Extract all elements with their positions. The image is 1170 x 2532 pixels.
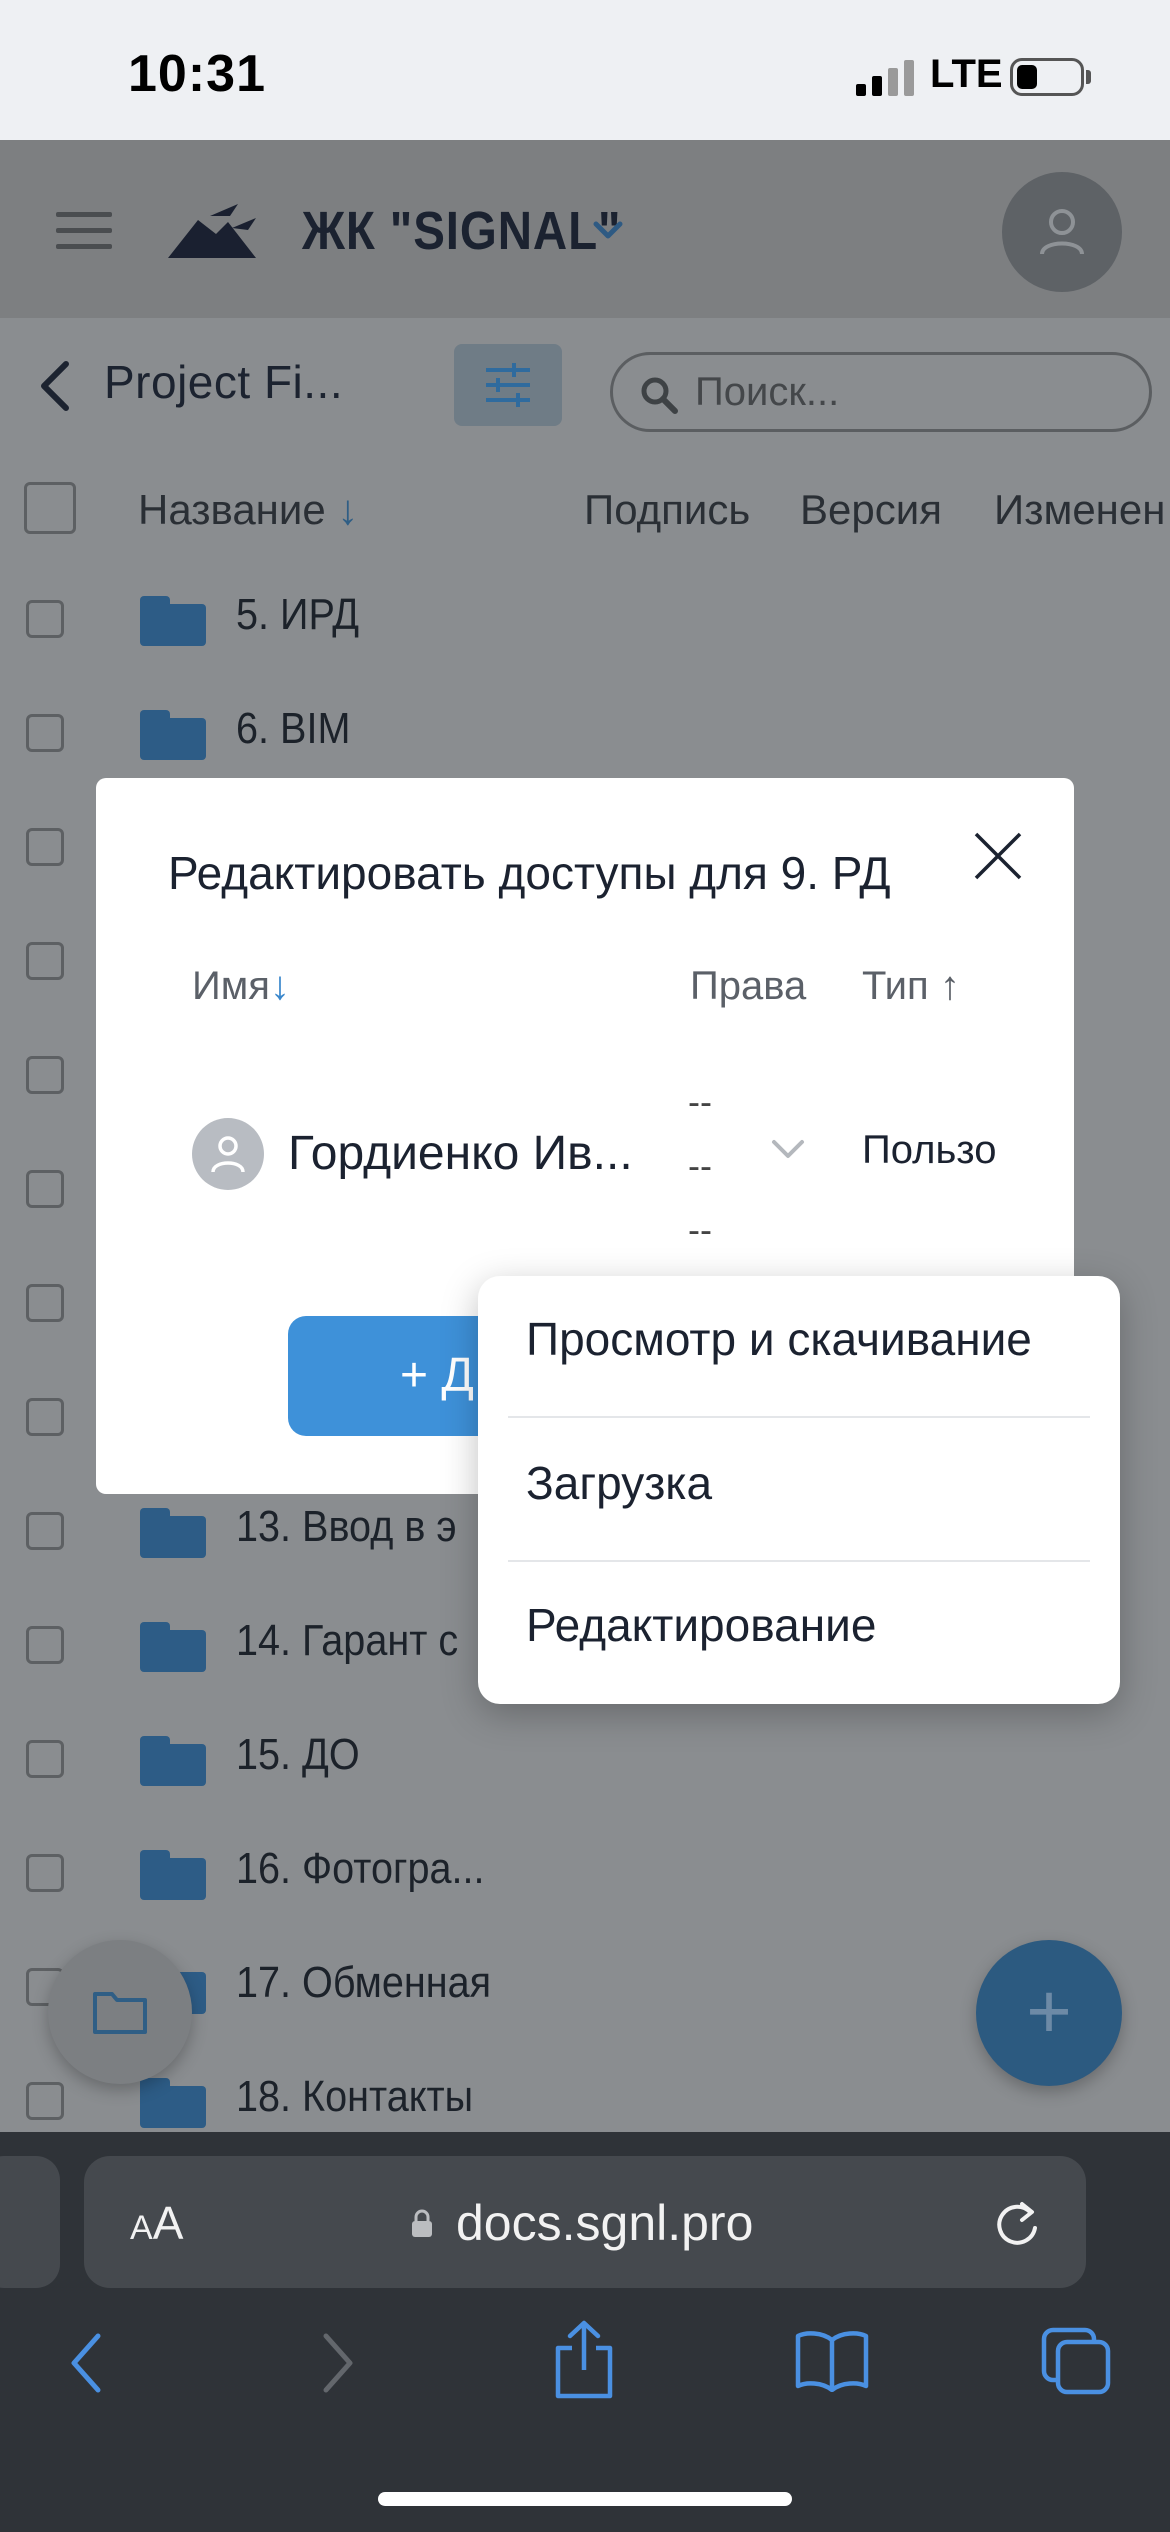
folder-icon xyxy=(140,2078,206,2128)
modal-column-type-label: Тип xyxy=(862,964,929,1008)
user-icon xyxy=(1040,209,1084,255)
avatar xyxy=(192,1118,264,1190)
rights-line: -- xyxy=(688,1209,712,1250)
folder-outline-icon xyxy=(93,1992,147,2034)
row-checkbox[interactable] xyxy=(26,1284,64,1322)
rights-line: -- xyxy=(688,1081,712,1122)
column-header-version[interactable]: Версия xyxy=(800,486,942,534)
row-checkbox[interactable] xyxy=(26,1398,64,1436)
filter-icon xyxy=(486,363,530,407)
chevron-down-icon[interactable] xyxy=(590,212,626,248)
menu-item-upload[interactable]: Загрузка xyxy=(526,1456,712,1510)
table-row[interactable]: 15. ДО xyxy=(236,1730,360,1780)
share-icon[interactable] xyxy=(552,2320,616,2400)
add-access-label: + Д xyxy=(400,1349,474,1402)
row-checkbox[interactable] xyxy=(26,1512,64,1550)
user-icon xyxy=(211,1136,245,1173)
bookmarks-icon[interactable] xyxy=(794,2328,870,2392)
tabs-icon[interactable] xyxy=(1040,2326,1112,2396)
folder-icon xyxy=(140,710,206,760)
modal-column-name[interactable]: Имя↓ xyxy=(192,964,290,1009)
plus-icon: + xyxy=(1026,1967,1072,2055)
column-header-name[interactable]: Название ↓ xyxy=(138,486,358,534)
battery-icon xyxy=(1010,58,1084,96)
search-input[interactable] xyxy=(693,363,1113,421)
table-row[interactable]: 5. ИРД xyxy=(236,590,359,640)
search-box[interactable] xyxy=(610,352,1152,432)
modal-title: Редактировать доступы для 9. РД xyxy=(168,847,891,899)
url-text[interactable]: docs.sgnl.pro xyxy=(456,2194,753,2252)
battery-cap xyxy=(1086,70,1091,84)
search-icon xyxy=(641,377,678,414)
table-row[interactable]: 18. Контакты xyxy=(236,2072,473,2122)
table-row[interactable]: 14. Гарант с xyxy=(236,1616,458,1666)
divider xyxy=(508,1560,1090,1562)
folder-icon xyxy=(140,1736,206,1786)
menu-item-edit[interactable]: Редактирование xyxy=(526,1598,876,1652)
modal-column-type[interactable]: Тип ↑ xyxy=(862,964,960,1009)
user-avatar-button[interactable] xyxy=(1002,172,1122,292)
modal-column-name-label: Имя xyxy=(192,964,270,1008)
rights-dropdown-menu: Просмотр и скачивание Загрузка Редактиро… xyxy=(478,1276,1120,1704)
network-label: LTE xyxy=(930,52,1003,96)
forward-nav-icon[interactable] xyxy=(318,2330,358,2396)
row-checkbox[interactable] xyxy=(26,1056,64,1094)
row-checkbox[interactable] xyxy=(26,2082,64,2120)
lock-icon xyxy=(412,2209,432,2237)
rights-select[interactable]: -- -- -- xyxy=(688,1070,712,1262)
user-type: Пользо xyxy=(862,1128,997,1172)
divider xyxy=(508,1416,1090,1418)
menu-icon[interactable] xyxy=(56,212,112,250)
status-bar: 10:31 LTE xyxy=(0,0,1170,140)
breadcrumb[interactable]: Project Fi... xyxy=(104,355,343,409)
signal-icon xyxy=(856,60,916,96)
row-checkbox[interactable] xyxy=(26,828,64,866)
text-size-large: A xyxy=(152,2197,184,2249)
modal-column-rights[interactable]: Права xyxy=(690,964,806,1009)
folder-icon xyxy=(140,1850,206,1900)
folder-icon xyxy=(140,1622,206,1672)
sort-down-icon: ↓ xyxy=(337,486,359,533)
menu-item-view-download[interactable]: Просмотр и скачивание xyxy=(526,1312,1032,1366)
user-name: Гордиенко Ив... xyxy=(288,1127,633,1180)
rights-line: -- xyxy=(688,1145,712,1186)
table-row[interactable]: 13. Ввод в э xyxy=(236,1502,457,1552)
row-checkbox[interactable] xyxy=(26,1170,64,1208)
folder-fab-button[interactable] xyxy=(48,1940,192,2084)
table-row[interactable]: 6. BIM xyxy=(236,704,350,754)
back-icon[interactable] xyxy=(34,358,74,414)
logo-icon xyxy=(168,204,256,258)
home-indicator[interactable] xyxy=(378,2492,792,2506)
row-checkbox[interactable] xyxy=(26,1626,64,1664)
row-checkbox[interactable] xyxy=(26,714,64,752)
filter-button[interactable] xyxy=(454,344,562,426)
text-size-small: A xyxy=(130,2209,153,2247)
sort-down-icon: ↓ xyxy=(269,964,290,1008)
select-all-checkbox[interactable] xyxy=(24,482,76,534)
status-time: 10:31 xyxy=(128,45,266,103)
folder-icon xyxy=(140,596,206,646)
sort-up-icon: ↑ xyxy=(939,964,960,1008)
close-icon[interactable] xyxy=(970,828,1026,884)
column-header-signature[interactable]: Подпись xyxy=(584,486,750,534)
project-title[interactable]: ЖК "SIGNAL" xyxy=(302,200,621,262)
row-checkbox[interactable] xyxy=(26,600,64,638)
table-row[interactable]: 16. Фотогра... xyxy=(236,1844,485,1894)
back-nav-icon[interactable] xyxy=(66,2330,106,2396)
folder-icon xyxy=(140,1508,206,1558)
table-row[interactable]: 17. Обменная xyxy=(236,1958,491,2008)
reload-icon[interactable] xyxy=(992,2198,1042,2250)
row-checkbox[interactable] xyxy=(26,1854,64,1892)
column-name-label: Название xyxy=(138,486,326,533)
row-checkbox[interactable] xyxy=(26,1740,64,1778)
add-fab-button[interactable]: + xyxy=(976,1940,1122,2086)
row-checkbox[interactable] xyxy=(26,942,64,980)
previous-tab[interactable] xyxy=(0,2156,60,2288)
text-size-button[interactable]: AA xyxy=(130,2196,183,2250)
chevron-down-icon[interactable] xyxy=(770,1136,806,1162)
column-header-modified[interactable]: Изменен xyxy=(994,486,1165,534)
